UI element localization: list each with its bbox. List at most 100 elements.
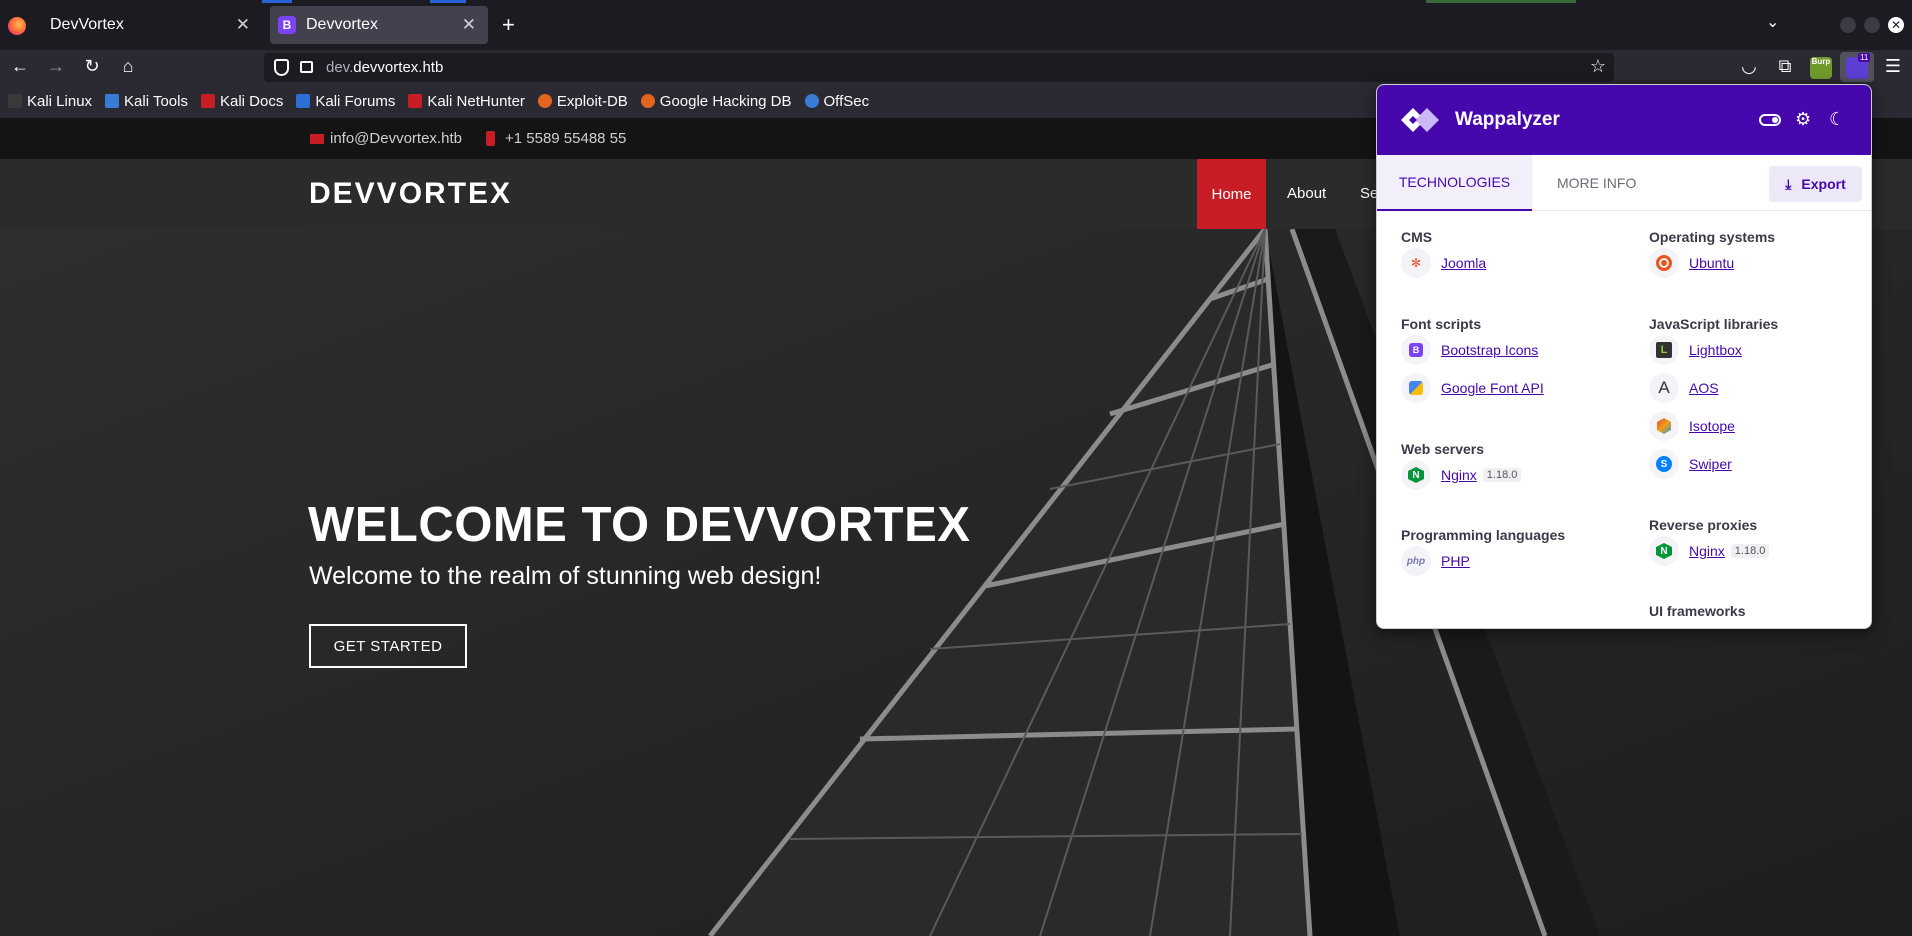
contact-email[interactable]: info@Devvortex.htb xyxy=(310,130,462,147)
forward-arrow-icon[interactable]: → xyxy=(45,56,67,77)
wappalyzer-header: Wappalyzer ⚙ ☾ xyxy=(1377,85,1871,155)
tech-nginx-proxy[interactable]: N Nginx 1.18.0 xyxy=(1649,536,1770,566)
nav-about[interactable]: About xyxy=(1287,185,1326,202)
category-web-servers: Web servers xyxy=(1401,441,1485,457)
bookmark-kali-tools[interactable]: Kali Tools xyxy=(105,93,188,110)
exploit-db-icon xyxy=(537,94,552,108)
nginx-icon: N xyxy=(1649,536,1679,566)
bookmark-kali-nethunter[interactable]: Kali NetHunter xyxy=(408,93,525,110)
firefox-menu-icon[interactable] xyxy=(8,17,26,35)
tech-name: Google Font API xyxy=(1441,380,1544,396)
url-subdomain: dev. xyxy=(326,59,354,76)
tech-aos[interactable]: A AOS xyxy=(1649,373,1719,403)
tech-ubuntu[interactable]: Ubuntu xyxy=(1649,248,1734,278)
browser-window: DevVortex ✕ B Devvortex ✕ + ⌄ ✕ ← → ↻ ⌂ … xyxy=(0,0,1912,936)
tech-joomla[interactable]: ✻ Joomla xyxy=(1401,248,1486,278)
category-cms: CMS xyxy=(1401,229,1433,245)
kali-tools-icon xyxy=(105,94,120,108)
hero-title: WELCOME TO DEVVORTEX xyxy=(308,498,971,552)
ubuntu-icon xyxy=(1649,248,1679,278)
minimize-button[interactable] xyxy=(1840,17,1856,33)
download-icon: ⤓ xyxy=(1785,175,1792,192)
reload-icon[interactable]: ↻ xyxy=(81,56,103,77)
bookmark-kali-forums[interactable]: Kali Forums xyxy=(296,93,395,110)
wappalyzer-count-badge: 11 xyxy=(1858,53,1871,62)
export-label: Export xyxy=(1801,176,1846,192)
new-tab-plus-icon[interactable]: + xyxy=(502,12,515,38)
tech-bootstrap-icons[interactable]: B Bootstrap Icons xyxy=(1401,335,1538,365)
tracking-protection-shield-icon[interactable] xyxy=(274,59,289,76)
tab-more-info[interactable]: MORE INFO xyxy=(1557,175,1636,191)
email-text: info@Devvortex.htb xyxy=(330,130,462,147)
bookmark-kali-docs[interactable]: Kali Docs xyxy=(200,92,284,110)
burp-extension-icon[interactable]: Burp xyxy=(1810,57,1832,79)
bootstrap-favicon-icon: B xyxy=(278,16,296,34)
tab-devvortex-1[interactable]: DevVortex ✕ xyxy=(38,6,262,44)
tab-activity-indicator xyxy=(430,0,466,3)
tab-title: DevVortex xyxy=(50,16,124,33)
close-window-button[interactable]: ✕ xyxy=(1888,17,1904,33)
tech-nginx[interactable]: N Nginx 1.18.0 xyxy=(1401,460,1522,490)
url-bar[interactable]: dev.devvortex.htb ☆ xyxy=(264,53,1614,82)
bookmark-google-hacking-db[interactable]: Google Hacking DB xyxy=(640,93,792,110)
tech-name: Nginx xyxy=(1689,543,1725,559)
dark-mode-moon-icon[interactable]: ☾ xyxy=(1829,109,1845,130)
tech-lightbox[interactable]: L Lightbox xyxy=(1649,335,1742,365)
tech-swiper[interactable]: S Swiper xyxy=(1649,449,1732,479)
bootstrap-icon: B xyxy=(1401,335,1431,365)
connection-lock-icon[interactable] xyxy=(300,61,313,73)
tech-name: Ubuntu xyxy=(1689,255,1735,271)
tech-version: 1.18.0 xyxy=(1482,468,1522,482)
settings-gear-icon[interactable]: ⚙ xyxy=(1795,109,1811,130)
tech-isotope[interactable]: Isotope xyxy=(1649,411,1735,441)
joomla-icon: ✻ xyxy=(1401,248,1431,278)
pocket-icon[interactable]: ◡ xyxy=(1738,56,1760,77)
tab-bar: DevVortex ✕ B Devvortex ✕ + ⌄ ✕ xyxy=(0,0,1912,50)
category-programming-languages: Programming languages xyxy=(1401,527,1566,543)
tech-name: PHP xyxy=(1441,553,1470,569)
home-icon[interactable]: ⌂ xyxy=(117,56,139,77)
maximize-button[interactable] xyxy=(1864,17,1880,33)
bookmark-label: Kali Docs xyxy=(219,92,284,110)
aos-icon: A xyxy=(1649,373,1679,403)
category-reverse-proxies: Reverse proxies xyxy=(1649,517,1758,533)
tech-version: 1.18.0 xyxy=(1730,544,1770,558)
php-icon: php xyxy=(1401,546,1431,576)
tech-google-font-api[interactable]: Google Font API xyxy=(1401,373,1544,403)
close-tab-icon[interactable]: ✕ xyxy=(462,15,476,35)
ghdb-icon xyxy=(640,94,655,108)
tech-name: AOS xyxy=(1689,380,1719,396)
site-logo[interactable]: DEVVORTEX xyxy=(309,177,512,211)
wappalyzer-tabs: TECHNOLOGIES MORE INFO ⤓ Export xyxy=(1377,155,1871,211)
wappalyzer-extension-icon[interactable]: 11 xyxy=(1846,53,1871,79)
wappalyzer-logo-icon xyxy=(1401,108,1439,132)
bookmark-offsec[interactable]: OffSec xyxy=(804,93,869,110)
wappalyzer-enable-toggle[interactable] xyxy=(1759,114,1781,126)
bookmark-exploit-db[interactable]: Exploit-DB xyxy=(537,92,628,110)
list-tabs-chevron-icon[interactable]: ⌄ xyxy=(1766,12,1779,32)
nav-home[interactable]: Home xyxy=(1197,159,1266,229)
back-arrow-icon[interactable]: ← xyxy=(9,56,31,77)
tech-php[interactable]: php PHP xyxy=(1401,546,1470,576)
get-started-button[interactable]: GET STARTED xyxy=(309,624,467,668)
tab-devvortex-2[interactable]: B Devvortex ✕ xyxy=(270,6,488,44)
bookmark-kali-linux[interactable]: Kali Linux xyxy=(8,93,92,110)
tech-name: Swiper xyxy=(1689,456,1732,472)
hamburger-menu-icon[interactable]: ☰ xyxy=(1882,56,1904,77)
wappalyzer-title: Wappalyzer xyxy=(1455,109,1560,130)
tab-title: Devvortex xyxy=(306,16,379,33)
isotope-icon xyxy=(1649,411,1679,441)
close-tab-icon[interactable]: ✕ xyxy=(236,15,250,35)
bookmark-label: Exploit-DB xyxy=(556,92,628,110)
export-button[interactable]: ⤓ Export xyxy=(1769,166,1862,202)
envelope-icon xyxy=(310,133,324,144)
bookmark-star-icon[interactable]: ☆ xyxy=(1590,56,1606,77)
category-operating-systems: Operating systems xyxy=(1649,229,1776,245)
tech-name: Joomla xyxy=(1441,255,1487,271)
swiper-icon: S xyxy=(1649,449,1679,479)
url-text[interactable]: dev.devvortex.htb xyxy=(326,59,443,76)
tab-technologies[interactable]: TECHNOLOGIES xyxy=(1377,155,1532,211)
extensions-puzzle-icon[interactable]: ⧉ xyxy=(1774,56,1796,77)
wappalyzer-popup: Wappalyzer ⚙ ☾ TECHNOLOGIES MORE INFO ⤓ E… xyxy=(1376,84,1872,629)
tech-name: Nginx xyxy=(1441,467,1477,483)
